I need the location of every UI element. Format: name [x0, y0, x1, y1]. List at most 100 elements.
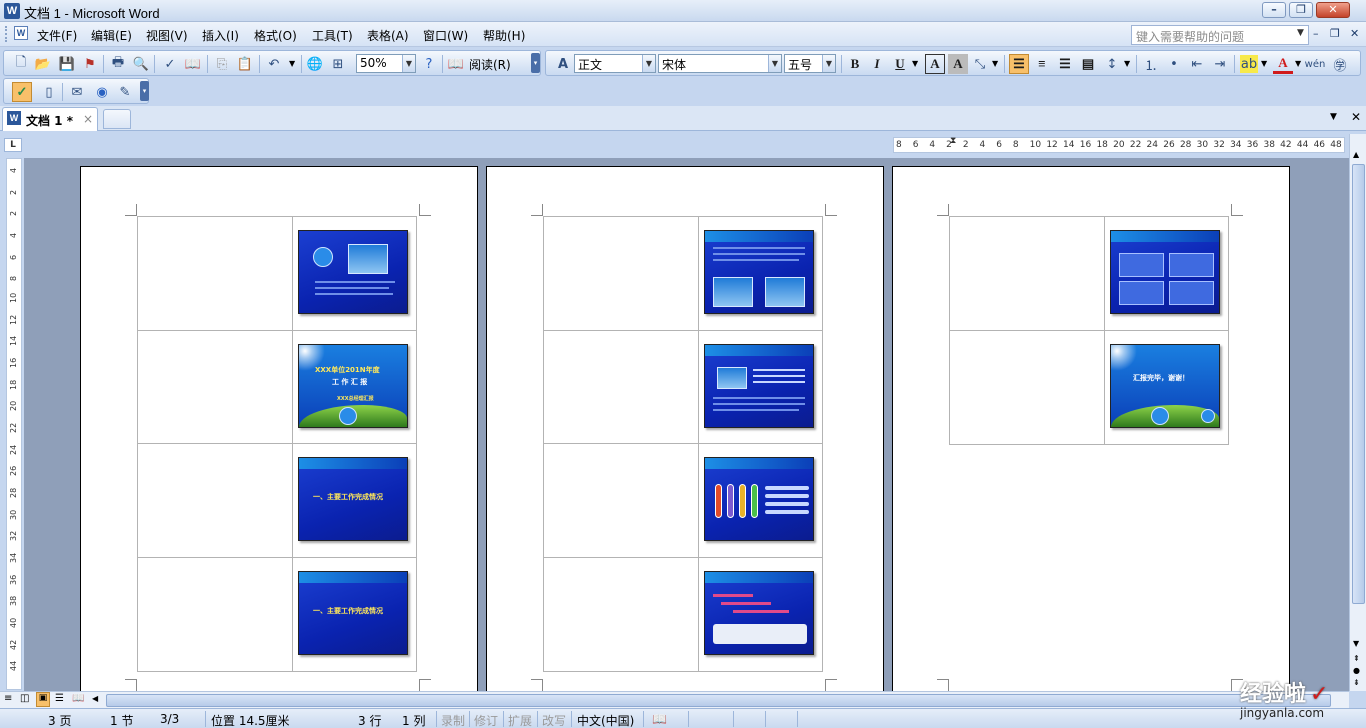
print-layout-view-icon[interactable]: ▣: [36, 692, 50, 707]
menu-file[interactable]: 文件(F): [37, 27, 77, 44]
scroll-left-icon[interactable]: ◀: [92, 694, 98, 703]
copy-icon[interactable]: ⎘: [213, 55, 231, 73]
slide-thumbnail-9[interactable]: [1110, 230, 1220, 314]
print-preview-icon[interactable]: 🔍: [132, 55, 150, 73]
horizontal-ruler[interactable]: 8 6 4 2 2 4 6 8 10 12 14 16 18 20 22 24 26 28 30 32 34 36 38 42…: [893, 136, 1345, 153]
align-center-button[interactable]: ≡: [1032, 54, 1052, 74]
normal-view-icon[interactable]: ≡: [4, 693, 12, 704]
menu-grip[interactable]: [5, 26, 8, 42]
slide-thumbnail-10[interactable]: 汇报完毕，谢谢！: [1110, 343, 1220, 428]
decrease-indent-icon[interactable]: ⇤: [1188, 55, 1206, 73]
menu-tools[interactable]: 工具(T): [312, 27, 353, 44]
next-page-icon[interactable]: ⇟: [1353, 678, 1360, 687]
save-icon[interactable]: 💾: [58, 55, 76, 73]
document-map-icon[interactable]: ▯: [40, 83, 58, 101]
font-size-select[interactable]: 五号 ▼: [784, 54, 836, 73]
web-icon[interactable]: ◉: [93, 83, 111, 101]
slide-thumbnail-5[interactable]: [704, 230, 814, 314]
undo-icon[interactable]: ↶: [265, 55, 283, 73]
align-right-button[interactable]: ☰: [1055, 54, 1075, 74]
close-window-button[interactable]: ✕: [1316, 2, 1350, 18]
status-extend[interactable]: 扩展: [508, 712, 532, 728]
bullets-icon[interactable]: •: [1165, 55, 1183, 73]
font-color-dropdown-icon[interactable]: ▼: [1295, 59, 1301, 68]
font-select[interactable]: 宋体 ▼: [658, 54, 782, 73]
reading-view-icon[interactable]: 📖: [72, 693, 84, 704]
read-button[interactable]: 阅读(R): [469, 56, 511, 73]
document-tab[interactable]: W 文档 1 * ×: [2, 107, 98, 131]
menu-window[interactable]: 窗口(W): [423, 27, 468, 44]
char-scale-icon[interactable]: ⤡: [971, 55, 989, 73]
underline-button[interactable]: U: [890, 54, 910, 74]
menu-insert[interactable]: 插入(I): [202, 27, 239, 44]
justify-button[interactable]: ▤: [1078, 54, 1098, 74]
help-icon[interactable]: ?: [420, 55, 438, 73]
highlight-icon[interactable]: ab: [1240, 55, 1258, 73]
scroll-down-icon[interactable]: ▼: [1353, 639, 1359, 648]
font-size-dropdown-icon[interactable]: ▼: [822, 55, 835, 72]
document-icon[interactable]: W: [14, 26, 28, 40]
outline-view-icon[interactable]: ☰: [55, 693, 64, 704]
new-tab-button[interactable]: [103, 109, 131, 129]
char-shading-button[interactable]: A: [948, 54, 968, 74]
hyperlink-icon[interactable]: 🌐: [306, 55, 324, 73]
phonetic-guide-icon[interactable]: wén: [1305, 55, 1326, 73]
status-record[interactable]: 录制: [441, 712, 465, 728]
slide-thumbnail-6[interactable]: [704, 343, 814, 428]
minimize-button[interactable]: –: [1262, 2, 1286, 18]
page-2[interactable]: [486, 166, 884, 691]
research-icon[interactable]: 📖: [184, 55, 202, 73]
web-view-icon[interactable]: ◫: [20, 693, 29, 704]
bold-button[interactable]: B: [845, 54, 865, 74]
align-left-button[interactable]: ☰: [1009, 54, 1029, 74]
slide-thumbnail-3[interactable]: 一、主要工作完成情况: [298, 457, 408, 541]
vertical-ruler[interactable]: 4 2 2 4 6 8 10 12 14 16 18 20 22 24 26 28 30 32 34 36 38 40 42…: [6, 158, 22, 690]
prev-page-icon[interactable]: ⇞: [1353, 654, 1360, 663]
zoom-select[interactable]: 50% ▼: [356, 54, 416, 73]
doc-restore-icon[interactable]: ❐: [1330, 27, 1340, 40]
reviewing-pane-icon[interactable]: ✓: [12, 82, 32, 102]
envelope-icon[interactable]: ✉: [68, 83, 86, 101]
scroll-up-icon[interactable]: ▲: [1353, 150, 1359, 159]
numbering-icon[interactable]: ⒈: [1142, 55, 1160, 74]
menu-format[interactable]: 格式(O): [254, 27, 297, 44]
tab-list-dropdown-icon[interactable]: ▼: [1330, 112, 1337, 122]
char-scale-dropdown-icon[interactable]: ▼: [992, 59, 998, 68]
page-1[interactable]: XXX单位201N年度 工 作 汇 报 XXX总经理汇报 一、主要工作完成情况: [80, 166, 478, 691]
document-area[interactable]: XXX单位201N年度 工 作 汇 报 XXX总经理汇报 一、主要工作完成情况: [24, 158, 1349, 691]
word-app-icon[interactable]: W: [4, 3, 20, 19]
menu-help[interactable]: 帮助(H): [483, 27, 525, 44]
italic-button[interactable]: I: [867, 54, 887, 74]
spelling-status-icon[interactable]: 📖: [652, 712, 667, 726]
tab-stop-selector[interactable]: L: [4, 138, 22, 152]
help-search-input[interactable]: 键入需要帮助的问题: [1131, 25, 1309, 45]
styles-icon[interactable]: A: [554, 55, 572, 73]
slide-thumbnail-8[interactable]: [704, 570, 814, 655]
menu-view[interactable]: 视图(V): [146, 27, 188, 44]
page-3[interactable]: 汇报完毕，谢谢！: [892, 166, 1290, 691]
vertical-scrollbar[interactable]: ▲ ▼ ⇞ ● ⇟: [1349, 134, 1366, 691]
slide-thumbnail-4[interactable]: 一、主要工作完成情况: [298, 570, 408, 655]
new-document-icon[interactable]: 🗋: [12, 55, 30, 73]
style-select[interactable]: 正文 ▼: [574, 54, 656, 73]
horizontal-scroll-thumb[interactable]: [106, 694, 1331, 707]
underline-dropdown-icon[interactable]: ▼: [912, 59, 918, 68]
status-track-changes[interactable]: 修订: [474, 712, 498, 728]
help-dropdown-icon[interactable]: ▼: [1297, 28, 1304, 38]
open-folder-icon[interactable]: 📂: [34, 55, 52, 73]
horizontal-scrollbar[interactable]: ≡ ◫ ▣ ☰ 📖 ◀: [0, 691, 1349, 708]
edit-icon[interactable]: ✎: [116, 83, 134, 101]
undo-dropdown-icon[interactable]: ▼: [289, 59, 295, 68]
highlight-dropdown-icon[interactable]: ▼: [1261, 59, 1267, 68]
paste-icon[interactable]: 📋: [236, 55, 254, 73]
style-dropdown-icon[interactable]: ▼: [642, 55, 655, 72]
toolbar-options-icon[interactable]: ▾: [531, 53, 540, 73]
tab-close-all-icon[interactable]: ✕: [1351, 110, 1361, 124]
line-spacing-dropdown-icon[interactable]: ▼: [1124, 59, 1130, 68]
menu-table[interactable]: 表格(A): [367, 27, 409, 44]
indent-marker-icon[interactable]: ⧗: [950, 136, 956, 146]
doc-minimize-icon[interactable]: –: [1313, 27, 1319, 40]
permission-icon[interactable]: ⚑: [81, 55, 99, 73]
slide-thumbnail-1[interactable]: [298, 230, 408, 314]
status-overtype[interactable]: 改写: [542, 712, 566, 728]
